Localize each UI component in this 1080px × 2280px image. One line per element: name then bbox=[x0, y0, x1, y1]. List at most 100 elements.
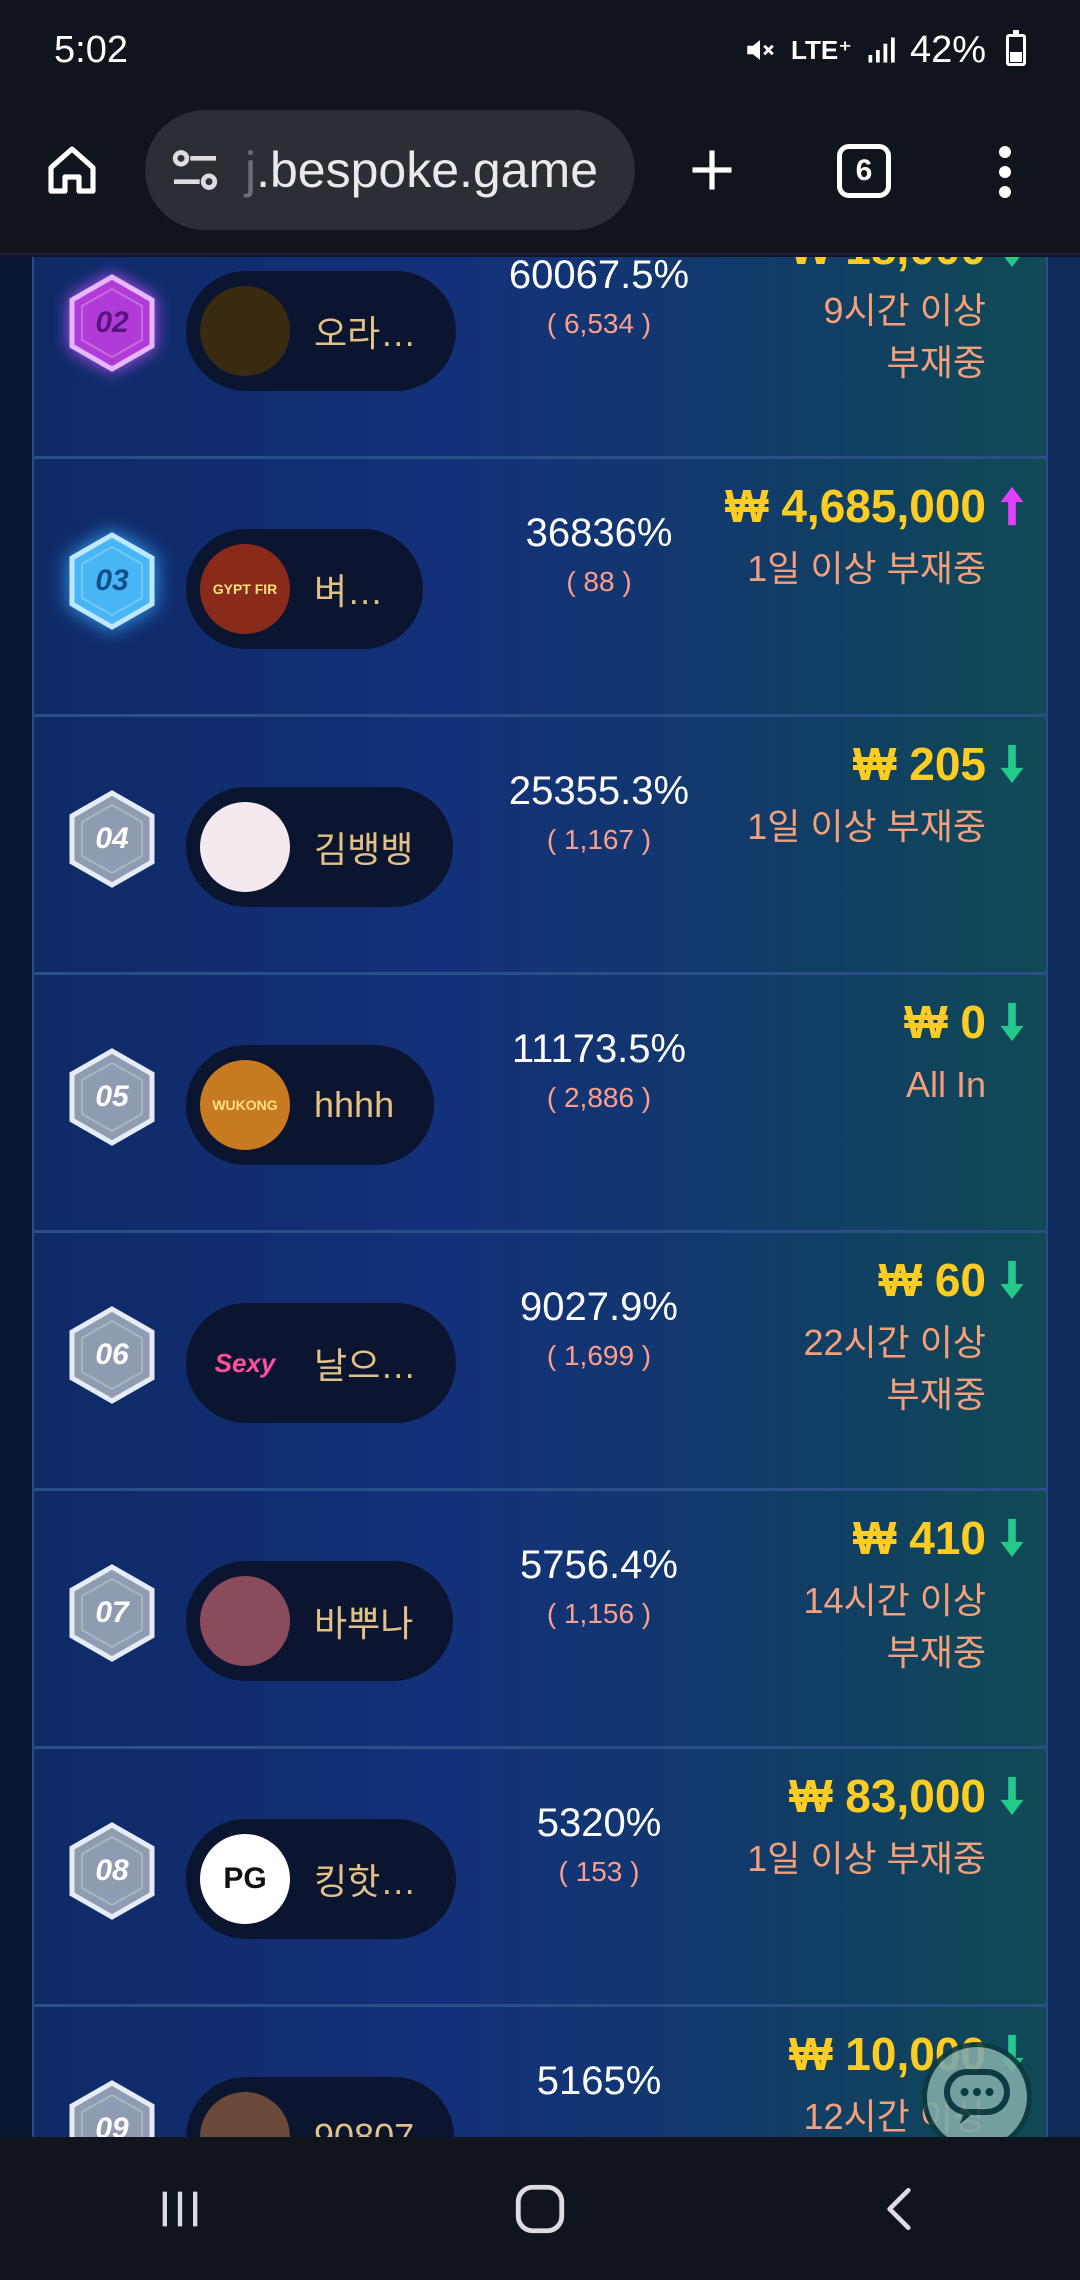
rank-number: 07 bbox=[95, 1596, 129, 1629]
rank-number: 06 bbox=[95, 1338, 129, 1371]
rank-number: 05 bbox=[95, 1080, 129, 1113]
arrow-down-icon bbox=[996, 257, 1028, 271]
leaderboard-row[interactable]: 05 WUKONG hhhh 11173.5%( 2,886 ) ₩ 0 All In bbox=[34, 975, 1046, 1233]
url-bar[interactable]: j.bespoke.game bbox=[145, 110, 635, 230]
player-pill[interactable]: Sexy 날으… bbox=[186, 1303, 457, 1423]
rank-badge: 06 bbox=[68, 1305, 156, 1405]
url-domain: .bespoke.game bbox=[256, 142, 599, 198]
home-button[interactable] bbox=[40, 138, 104, 202]
more-menu-icon bbox=[999, 146, 1011, 158]
balance-amount: ₩ 60 bbox=[878, 1254, 986, 1306]
mute-icon bbox=[747, 40, 774, 60]
rank-badge: 03 bbox=[68, 531, 156, 631]
app-screen: 5:02 LTE⁺ 42% j.bespoke.game 6 02 오라… 60… bbox=[0, 0, 1080, 2280]
status-line: 1일 이상 부재중 bbox=[747, 548, 986, 589]
status-line: 1일 이상 부재중 bbox=[747, 806, 986, 847]
more-menu-button[interactable] bbox=[990, 140, 1020, 204]
leaderboard-row[interactable]: 07 바뿌나 5756.4%( 1,156 ) ₩ 410 14시간 이상 부재중 bbox=[34, 1491, 1046, 1749]
status-line: 부재중 bbox=[886, 1374, 986, 1415]
player-pill[interactable]: WUKONG hhhh bbox=[186, 1045, 435, 1165]
player-pill[interactable]: 김뱅뱅 bbox=[186, 787, 454, 907]
new-tab-icon bbox=[692, 150, 732, 190]
status-text: 1일 이상 부재중 bbox=[608, 543, 1028, 595]
arrow-up-icon bbox=[996, 483, 1028, 529]
leaderboard-row[interactable]: 02오라…60067.5%( 6,534 )₩ 18,0009시간 이상부재중 bbox=[34, 257, 1046, 459]
balance-block: ₩ 0 All In bbox=[608, 995, 1028, 1111]
rank-number: 04 bbox=[95, 822, 129, 855]
player-name: 바뿌나 bbox=[314, 1603, 414, 1644]
leaderboard-view[interactable]: 02오라…60067.5%( 6,534 )₩ 18,0009시간 이상부재중0… bbox=[0, 257, 1080, 2137]
arrow-down-icon bbox=[996, 1515, 1028, 1561]
player-name: 오라… bbox=[314, 313, 417, 354]
game-avatar bbox=[200, 1576, 290, 1666]
signal-icon bbox=[868, 37, 895, 63]
status-text: 1일 이상 부재중 bbox=[608, 801, 1028, 853]
rank-number: 03 bbox=[95, 564, 129, 597]
player-name: 날으… bbox=[314, 1345, 417, 1386]
balance-block: ₩ 205 1일 이상 부재중 bbox=[608, 737, 1028, 853]
game-avatar bbox=[200, 286, 290, 376]
leaderboard-table: 02오라…60067.5%( 6,534 )₩ 18,0009시간 이상부재중0… bbox=[32, 257, 1048, 2137]
status-line: 부재중 bbox=[886, 1632, 986, 1673]
status-text: 9시간 이상부재중 bbox=[608, 285, 1028, 389]
balance-amount: ₩ 0 bbox=[904, 996, 986, 1048]
status-line: 22시간 이상 bbox=[803, 1322, 986, 1363]
browser-toolbar: j.bespoke.game 6 bbox=[0, 100, 1080, 255]
balance-block: ₩ 410 14시간 이상부재중 bbox=[608, 1511, 1028, 1679]
arrow-down-icon bbox=[996, 999, 1028, 1045]
rank-number: 02 bbox=[95, 306, 129, 339]
leaderboard-row[interactable]: 06 Sexy 날으… 9027.9%( 1,699 ) ₩ 60 22시간 이상 부재중 bbox=[34, 1233, 1046, 1491]
recents-icon bbox=[162, 2191, 198, 2226]
rank-number: 08 bbox=[95, 1854, 129, 1887]
balance-amount: ₩ 410 bbox=[853, 1512, 986, 1564]
recents-button[interactable] bbox=[120, 2159, 240, 2259]
back-button[interactable] bbox=[840, 2159, 960, 2259]
back-icon bbox=[887, 2187, 911, 2230]
leaderboard-row[interactable]: 03 GYPT FIR 벼… 36836%( 88 ) ₩ 4,685,000 1일 이상… bbox=[34, 459, 1046, 717]
rank-badge: 04 bbox=[68, 789, 156, 889]
player-pill[interactable]: GYPT FIR 벼… bbox=[186, 529, 424, 649]
game-avatar: GYPT FIR bbox=[200, 544, 290, 634]
rank-badge: 07 bbox=[68, 1563, 156, 1663]
home-icon bbox=[48, 146, 96, 194]
leaderboard-row[interactable]: 09 90807 5165% ₩ 10,000 12시간 이상 bbox=[34, 2007, 1046, 2137]
player-pill[interactable]: 바뿌나 bbox=[186, 1561, 454, 1681]
balance-amount: ₩ 4,685,000 bbox=[725, 480, 986, 532]
status-text: All In bbox=[608, 1059, 1028, 1111]
battery-icon bbox=[1006, 30, 1026, 66]
rank-number: 09 bbox=[95, 2112, 129, 2137]
balance-amount: ₩ 83,000 bbox=[789, 1770, 986, 1822]
status-line: 14시간 이상 bbox=[803, 1580, 986, 1621]
game-avatar: WUKONG bbox=[200, 1060, 290, 1150]
home-nav-button[interactable] bbox=[480, 2159, 600, 2259]
rank-badge: 08 bbox=[68, 1821, 156, 1921]
balance-block: ₩ 4,685,000 1일 이상 부재중 bbox=[608, 479, 1028, 595]
site-settings-icon[interactable] bbox=[167, 142, 223, 198]
tab-count: 6 bbox=[855, 154, 873, 187]
status-text: 14시간 이상부재중 bbox=[608, 1575, 1028, 1679]
player-pill[interactable]: 90807 bbox=[186, 2077, 455, 2137]
tabs-button[interactable]: 6 bbox=[837, 144, 891, 198]
status-line: 부재중 bbox=[886, 342, 986, 383]
rank-badge: 09 bbox=[68, 2079, 156, 2137]
status-line: 9시간 이상 bbox=[823, 290, 986, 331]
leaderboard-row[interactable]: 04 김뱅뱅 25355.3%( 1,167 ) ₩ 205 1일 이상 부재중 bbox=[34, 717, 1046, 975]
arrow-down-icon bbox=[996, 1257, 1028, 1303]
player-name: 90807 bbox=[314, 2116, 415, 2137]
url-text[interactable]: j.bespoke.game bbox=[245, 141, 598, 199]
player-pill[interactable]: PG 킹핫… bbox=[186, 1819, 457, 1939]
player-name: hhhh bbox=[314, 1084, 395, 1125]
player-name: 킹핫… bbox=[314, 1861, 417, 1902]
system-nav-bar bbox=[0, 2137, 1080, 2280]
balance-amount: ₩ 18,000 bbox=[789, 257, 986, 275]
home-circle-icon bbox=[515, 2184, 565, 2233]
player-pill[interactable]: 오라… bbox=[186, 271, 457, 391]
balance-block: ₩ 60 22시간 이상부재중 bbox=[608, 1253, 1028, 1421]
arrow-down-icon bbox=[996, 741, 1028, 787]
arrow-down-icon bbox=[996, 1773, 1028, 1819]
player-name: 벼… bbox=[314, 571, 384, 612]
new-tab-button[interactable] bbox=[680, 138, 744, 202]
rank-badge: 05 bbox=[68, 1047, 156, 1147]
leaderboard-row[interactable]: 08 PG 킹핫… 5320%( 153 ) ₩ 83,000 1일 이상 부재중 bbox=[34, 1749, 1046, 2007]
balance-block: ₩ 18,000 9시간 이상부재중 bbox=[608, 257, 1028, 389]
